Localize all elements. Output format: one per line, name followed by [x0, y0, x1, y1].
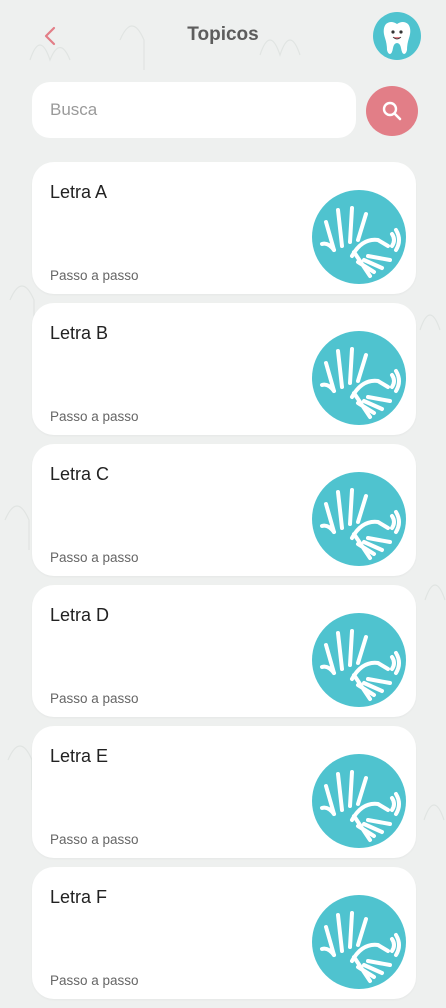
topic-title: Letra B: [50, 323, 109, 343]
sign-language-hands-icon: [312, 613, 406, 707]
app-header: Topicos: [0, 0, 446, 72]
avatar[interactable]: [373, 12, 421, 60]
topic-title: Letra C: [50, 464, 110, 484]
topic-title: Letra D: [50, 605, 110, 625]
topic-card[interactable]: Letra F Passo a passo: [32, 867, 416, 999]
sign-language-hands-icon: [312, 190, 406, 284]
topic-subtitle: Passo a passo: [50, 268, 139, 283]
topic-card[interactable]: Letra B Passo a passo: [32, 303, 416, 435]
topic-subtitle: Passo a passo: [50, 832, 139, 847]
sign-language-hands-icon: [312, 331, 406, 425]
topic-title: Letra E: [50, 746, 109, 766]
topic-subtitle: Passo a passo: [50, 409, 139, 424]
tooth-icon: [383, 22, 411, 54]
topic-title: Letra A: [50, 182, 108, 202]
topic-subtitle: Passo a passo: [50, 973, 139, 988]
topic-card[interactable]: Letra A Passo a passo: [32, 162, 416, 294]
search-button[interactable]: [366, 86, 418, 136]
search-icon: [382, 101, 402, 121]
topic-subtitle: Passo a passo: [50, 691, 139, 706]
topic-title: Letra F: [50, 887, 108, 907]
topic-card[interactable]: Letra E Passo a passo: [32, 726, 416, 858]
topic-list: Letra A Passo a passo Letra B Passo a pa…: [32, 162, 416, 1008]
sign-language-hands-icon: [312, 754, 406, 848]
topic-card[interactable]: Letra D Passo a passo: [32, 585, 416, 717]
sign-language-hands-icon: [312, 472, 406, 566]
topic-subtitle: Passo a passo: [50, 550, 139, 565]
topic-card[interactable]: Letra C Passo a passo: [32, 444, 416, 576]
sign-language-hands-icon: [312, 895, 406, 989]
search-input[interactable]: [32, 82, 356, 138]
